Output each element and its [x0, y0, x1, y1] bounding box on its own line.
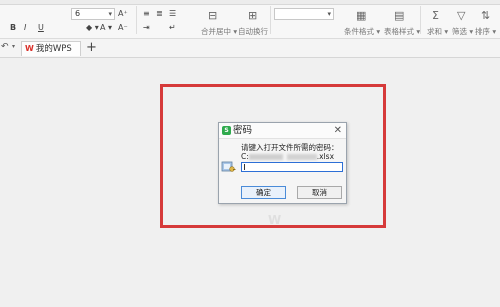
ribbon-toolbar: 6 ▾ B I U A⁺ A⁻ ◆ ▾ A ▾ ≡ ≣ ☰ ⇥ ↵ ⊟ 合并居中… [0, 0, 500, 39]
file-path: C: .xlsx [241, 152, 334, 161]
wps-watermark-logo: W [268, 213, 283, 227]
grow-font-button[interactable]: A⁺ [118, 9, 128, 19]
ribbon-divider [420, 6, 421, 34]
table-style-button[interactable]: 表格样式 ▾ [384, 26, 420, 37]
filter-icon: ▽ [457, 9, 466, 22]
new-tab-button[interactable]: + [86, 40, 97, 55]
tab-my-wps[interactable]: W 我的WPS [21, 41, 81, 56]
lock-key-icon [221, 161, 236, 172]
password-input[interactable] [241, 162, 343, 172]
ribbon-divider [136, 6, 137, 34]
wrap-button[interactable]: ↵ [169, 23, 176, 33]
wps-logo-icon: W [25, 44, 34, 53]
redacted-path [248, 154, 283, 160]
indent-button[interactable]: ⇥ [143, 23, 150, 33]
password-dialog: S 密码 ✕ 请键入打开文件所需的密码： C: .xlsx 确定 取消 [218, 122, 347, 204]
auto-wrap-icon: ⊞ [248, 9, 258, 22]
font-size-value: 6 [75, 9, 81, 18]
align-center-button[interactable]: ≣ [156, 9, 163, 19]
conditional-format-button[interactable]: 条件格式 ▾ [344, 26, 380, 37]
chevron-down-icon: ▾ [108, 10, 112, 18]
file-path-suffix: .xlsx [316, 152, 335, 161]
merge-center-icon: ⊟ [208, 9, 218, 22]
chevron-down-icon[interactable]: ▾ [12, 43, 15, 50]
menu-strip [0, 0, 500, 5]
bold-button[interactable]: B [10, 23, 16, 33]
fill-color-button[interactable]: ◆ ▾ [86, 23, 99, 33]
close-button[interactable]: ✕ [334, 124, 342, 137]
italic-button[interactable]: I [24, 23, 26, 33]
filter-button[interactable]: 筛选 ▾ [452, 26, 473, 37]
ok-button[interactable]: 确定 [241, 186, 286, 199]
number-format-select[interactable]: ▾ [274, 8, 334, 20]
sum-button[interactable]: 求和 ▾ [427, 26, 448, 37]
table-style-icon: ▤ [394, 9, 405, 22]
sum-icon: Σ [432, 9, 439, 22]
file-path-prefix: C: [241, 152, 249, 161]
tab-label: 我的WPS [35, 44, 72, 54]
text-caret [244, 164, 245, 170]
shrink-font-button[interactable]: A⁻ [118, 23, 128, 33]
dialog-titlebar[interactable]: S 密码 ✕ [219, 123, 346, 139]
font-color-button[interactable]: A ▾ [100, 23, 112, 33]
align-right-button[interactable]: ☰ [169, 9, 176, 19]
underline-button[interactable]: U [38, 23, 44, 33]
cancel-button[interactable]: 取消 [297, 186, 342, 199]
merge-center-button[interactable]: 合并居中 ▾ [201, 26, 237, 37]
align-left-button[interactable]: ≡ [143, 9, 150, 19]
sort-icon: ⇅ [481, 9, 491, 22]
sort-button[interactable]: 排序 ▾ [475, 26, 496, 37]
font-size-select[interactable]: 6 ▾ [71, 8, 115, 20]
document-tab-bar: ↶ ▾ W 我的WPS + [0, 39, 500, 58]
dialog-title: 密码 [233, 125, 253, 136]
conditional-format-icon: ▦ [356, 9, 367, 22]
auto-wrap-button[interactable]: 自动换行 [238, 26, 268, 37]
redacted-filename [286, 154, 317, 160]
back-arrow-icon[interactable]: ↶ [1, 42, 9, 52]
ribbon-divider [270, 6, 271, 34]
app-icon: S [222, 126, 231, 135]
chevron-down-icon: ▾ [327, 10, 331, 18]
